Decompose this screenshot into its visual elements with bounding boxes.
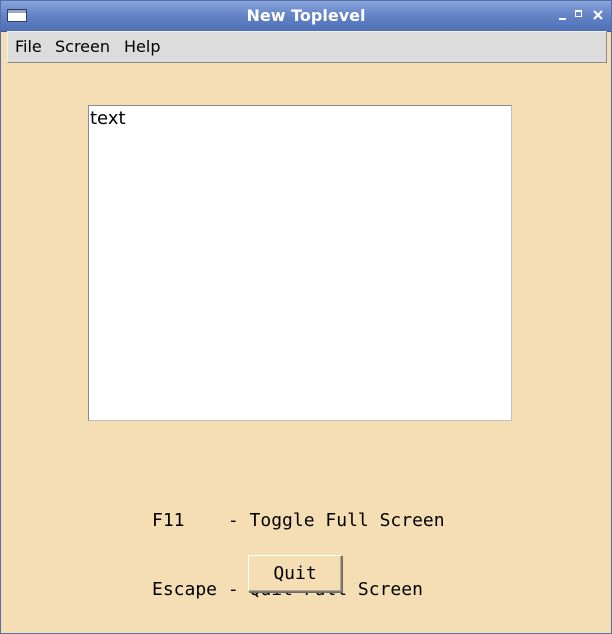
menu-screen[interactable]: Screen xyxy=(55,38,110,56)
menu-help[interactable]: Help xyxy=(124,38,160,56)
menu-file[interactable]: File xyxy=(15,38,42,56)
shortcut-toggle-fullscreen: F11 - Toggle Full Screen xyxy=(152,510,445,531)
maximize-icon[interactable] xyxy=(574,9,586,21)
app-window: New Toplevel File Screen Help text F11 -… xyxy=(0,0,612,634)
title-bar[interactable]: New Toplevel xyxy=(1,1,611,32)
text-area[interactable]: text xyxy=(88,105,512,421)
window-title: New Toplevel xyxy=(246,6,366,25)
close-icon[interactable] xyxy=(592,9,604,21)
menu-bar: File Screen Help xyxy=(7,31,607,63)
quit-button[interactable]: Quit xyxy=(248,555,342,592)
minimize-icon[interactable] xyxy=(557,9,569,21)
shortcut-help: F11 - Toggle Full Screen Escape - Quit F… xyxy=(152,463,445,633)
